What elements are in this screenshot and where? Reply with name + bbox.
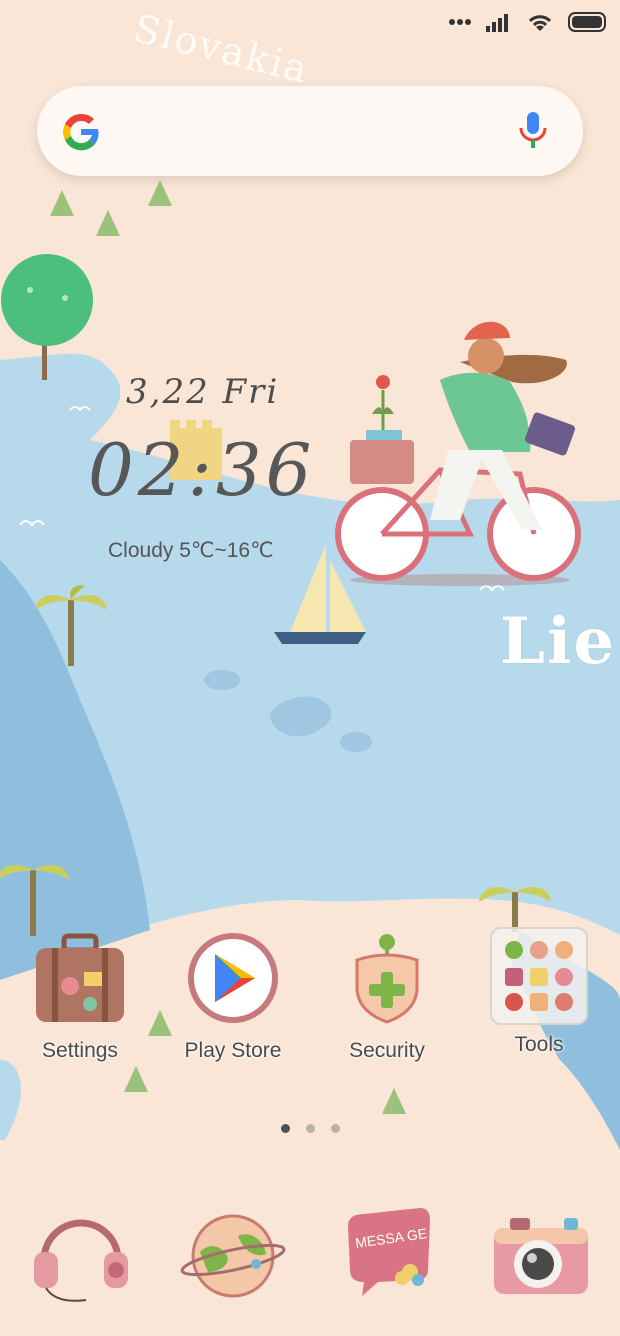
- message-icon: MESSA GE: [348, 1208, 430, 1296]
- shield-plus-icon: [355, 934, 419, 1024]
- date-text: 3,22 Fri: [126, 372, 280, 412]
- camera-icon: [494, 1218, 588, 1294]
- dock-music[interactable]: [26, 1196, 136, 1306]
- app-tools-folder[interactable]: Tools: [464, 926, 614, 1057]
- google-search-bar[interactable]: [37, 86, 583, 176]
- status-bar: [408, 0, 620, 44]
- app-play-store[interactable]: Play Store: [158, 932, 308, 1063]
- google-g-icon: [63, 113, 99, 151]
- app-label: Play Store: [184, 1039, 282, 1062]
- dock-browser[interactable]: [178, 1196, 288, 1306]
- battery-icon: [568, 12, 606, 32]
- globe-icon: [180, 1214, 286, 1298]
- app-label: Tools: [514, 1033, 564, 1056]
- wallpaper-text-lie: Lie: [500, 604, 617, 679]
- signal-icon: [486, 14, 508, 32]
- clock-time[interactable]: 02:36: [88, 428, 316, 512]
- play-store-icon: [188, 933, 278, 1023]
- folder-icon: [490, 927, 588, 1025]
- suitcase-icon: [36, 933, 124, 1022]
- dock-messages[interactable]: MESSA GE: [334, 1196, 444, 1306]
- microphone-icon[interactable]: [513, 108, 553, 154]
- app-settings[interactable]: Settings: [5, 932, 155, 1063]
- more-dots-icon: [449, 19, 471, 25]
- page-dot-active[interactable]: [280, 1124, 290, 1133]
- dock-camera[interactable]: [486, 1196, 596, 1306]
- wifi-icon: [528, 15, 552, 31]
- page-indicator: [0, 1124, 620, 1133]
- weather-text[interactable]: Cloudy 5℃~16℃: [108, 538, 274, 563]
- headphones-icon: [34, 1219, 128, 1302]
- page-dot[interactable]: [305, 1124, 315, 1133]
- page-dot[interactable]: [330, 1124, 340, 1133]
- app-security[interactable]: Security: [312, 932, 462, 1063]
- app-label: Settings: [42, 1039, 118, 1062]
- app-label: Security: [349, 1039, 425, 1062]
